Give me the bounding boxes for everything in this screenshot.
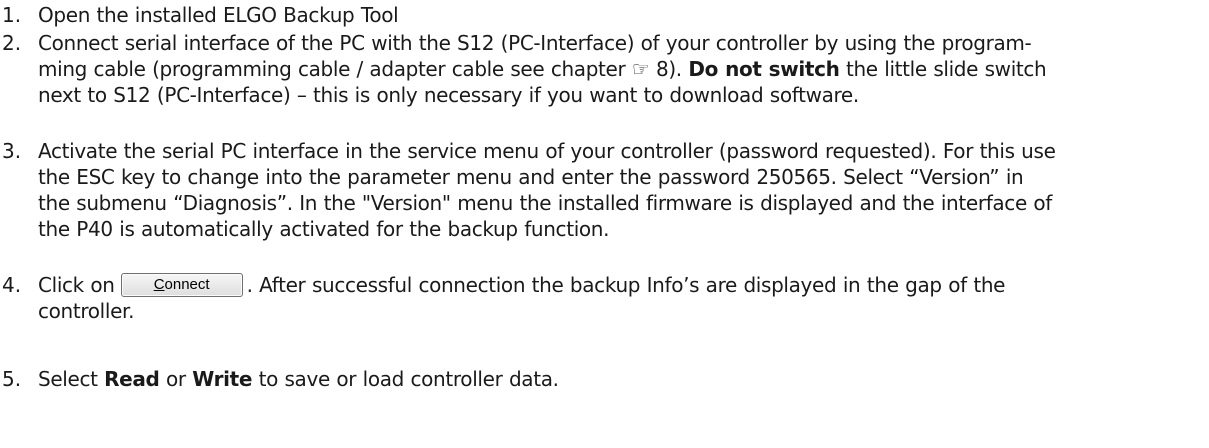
step-line: Open the installed ELGO Backup Tool [38, 3, 399, 27]
step-text-segment: the little slide switch [839, 57, 1047, 81]
button-mnemonic: C [153, 275, 165, 293]
step-text-segment: to save or load controller data. [252, 367, 559, 391]
step-line: the P40 is automatically activated for t… [38, 217, 610, 241]
step-text: Click on Connect. After successful connec… [38, 272, 1205, 324]
step-text: Open the installed ELGO Backup Tool [38, 2, 1205, 28]
step-line: Connect serial interface of the PC with … [38, 31, 1032, 55]
step-line: Select Read or Write to save or load con… [38, 366, 1205, 392]
emphasis-do-not-switch: Do not switch [688, 57, 840, 81]
emphasis-write: Write [192, 367, 253, 391]
step-line: controller. [38, 299, 135, 323]
connect-button[interactable]: Connect [120, 272, 243, 297]
step-text: Select Read or Write to save or load con… [38, 366, 1205, 392]
step-number: 2. [2, 31, 22, 55]
step-text-segment: Select [38, 367, 105, 391]
step-text: Connect serial interface of the PC with … [38, 30, 1205, 108]
step-number: 1. [2, 3, 22, 27]
button-label: onnect [164, 275, 210, 293]
step-line: ming cable (programming cable / adapter … [38, 56, 1205, 82]
step-text-segment: Click on [38, 273, 115, 297]
emphasis-read: Read [104, 367, 160, 391]
step-line: the ESC key to change into the parameter… [38, 165, 1024, 189]
step-line: Activate the serial PC interface in the … [38, 139, 1056, 163]
step-line: next to S12 (PC-Interface) – this is onl… [38, 83, 859, 107]
step-line: the submenu “Diagnosis”. In the "Version… [38, 191, 1052, 215]
step-number: 5. [2, 367, 22, 391]
step-number: 3. [2, 139, 22, 163]
step-text-segment: . After successful connection the backup… [246, 273, 1006, 297]
step-text-segment: or [159, 367, 193, 391]
step-line: Click on Connect. After successful connec… [38, 272, 1205, 298]
step-text-segment: ming cable (programming cable / adapter … [38, 57, 689, 81]
step-text: Activate the serial PC interface in the … [38, 138, 1205, 242]
step-number: 4. [2, 273, 22, 297]
